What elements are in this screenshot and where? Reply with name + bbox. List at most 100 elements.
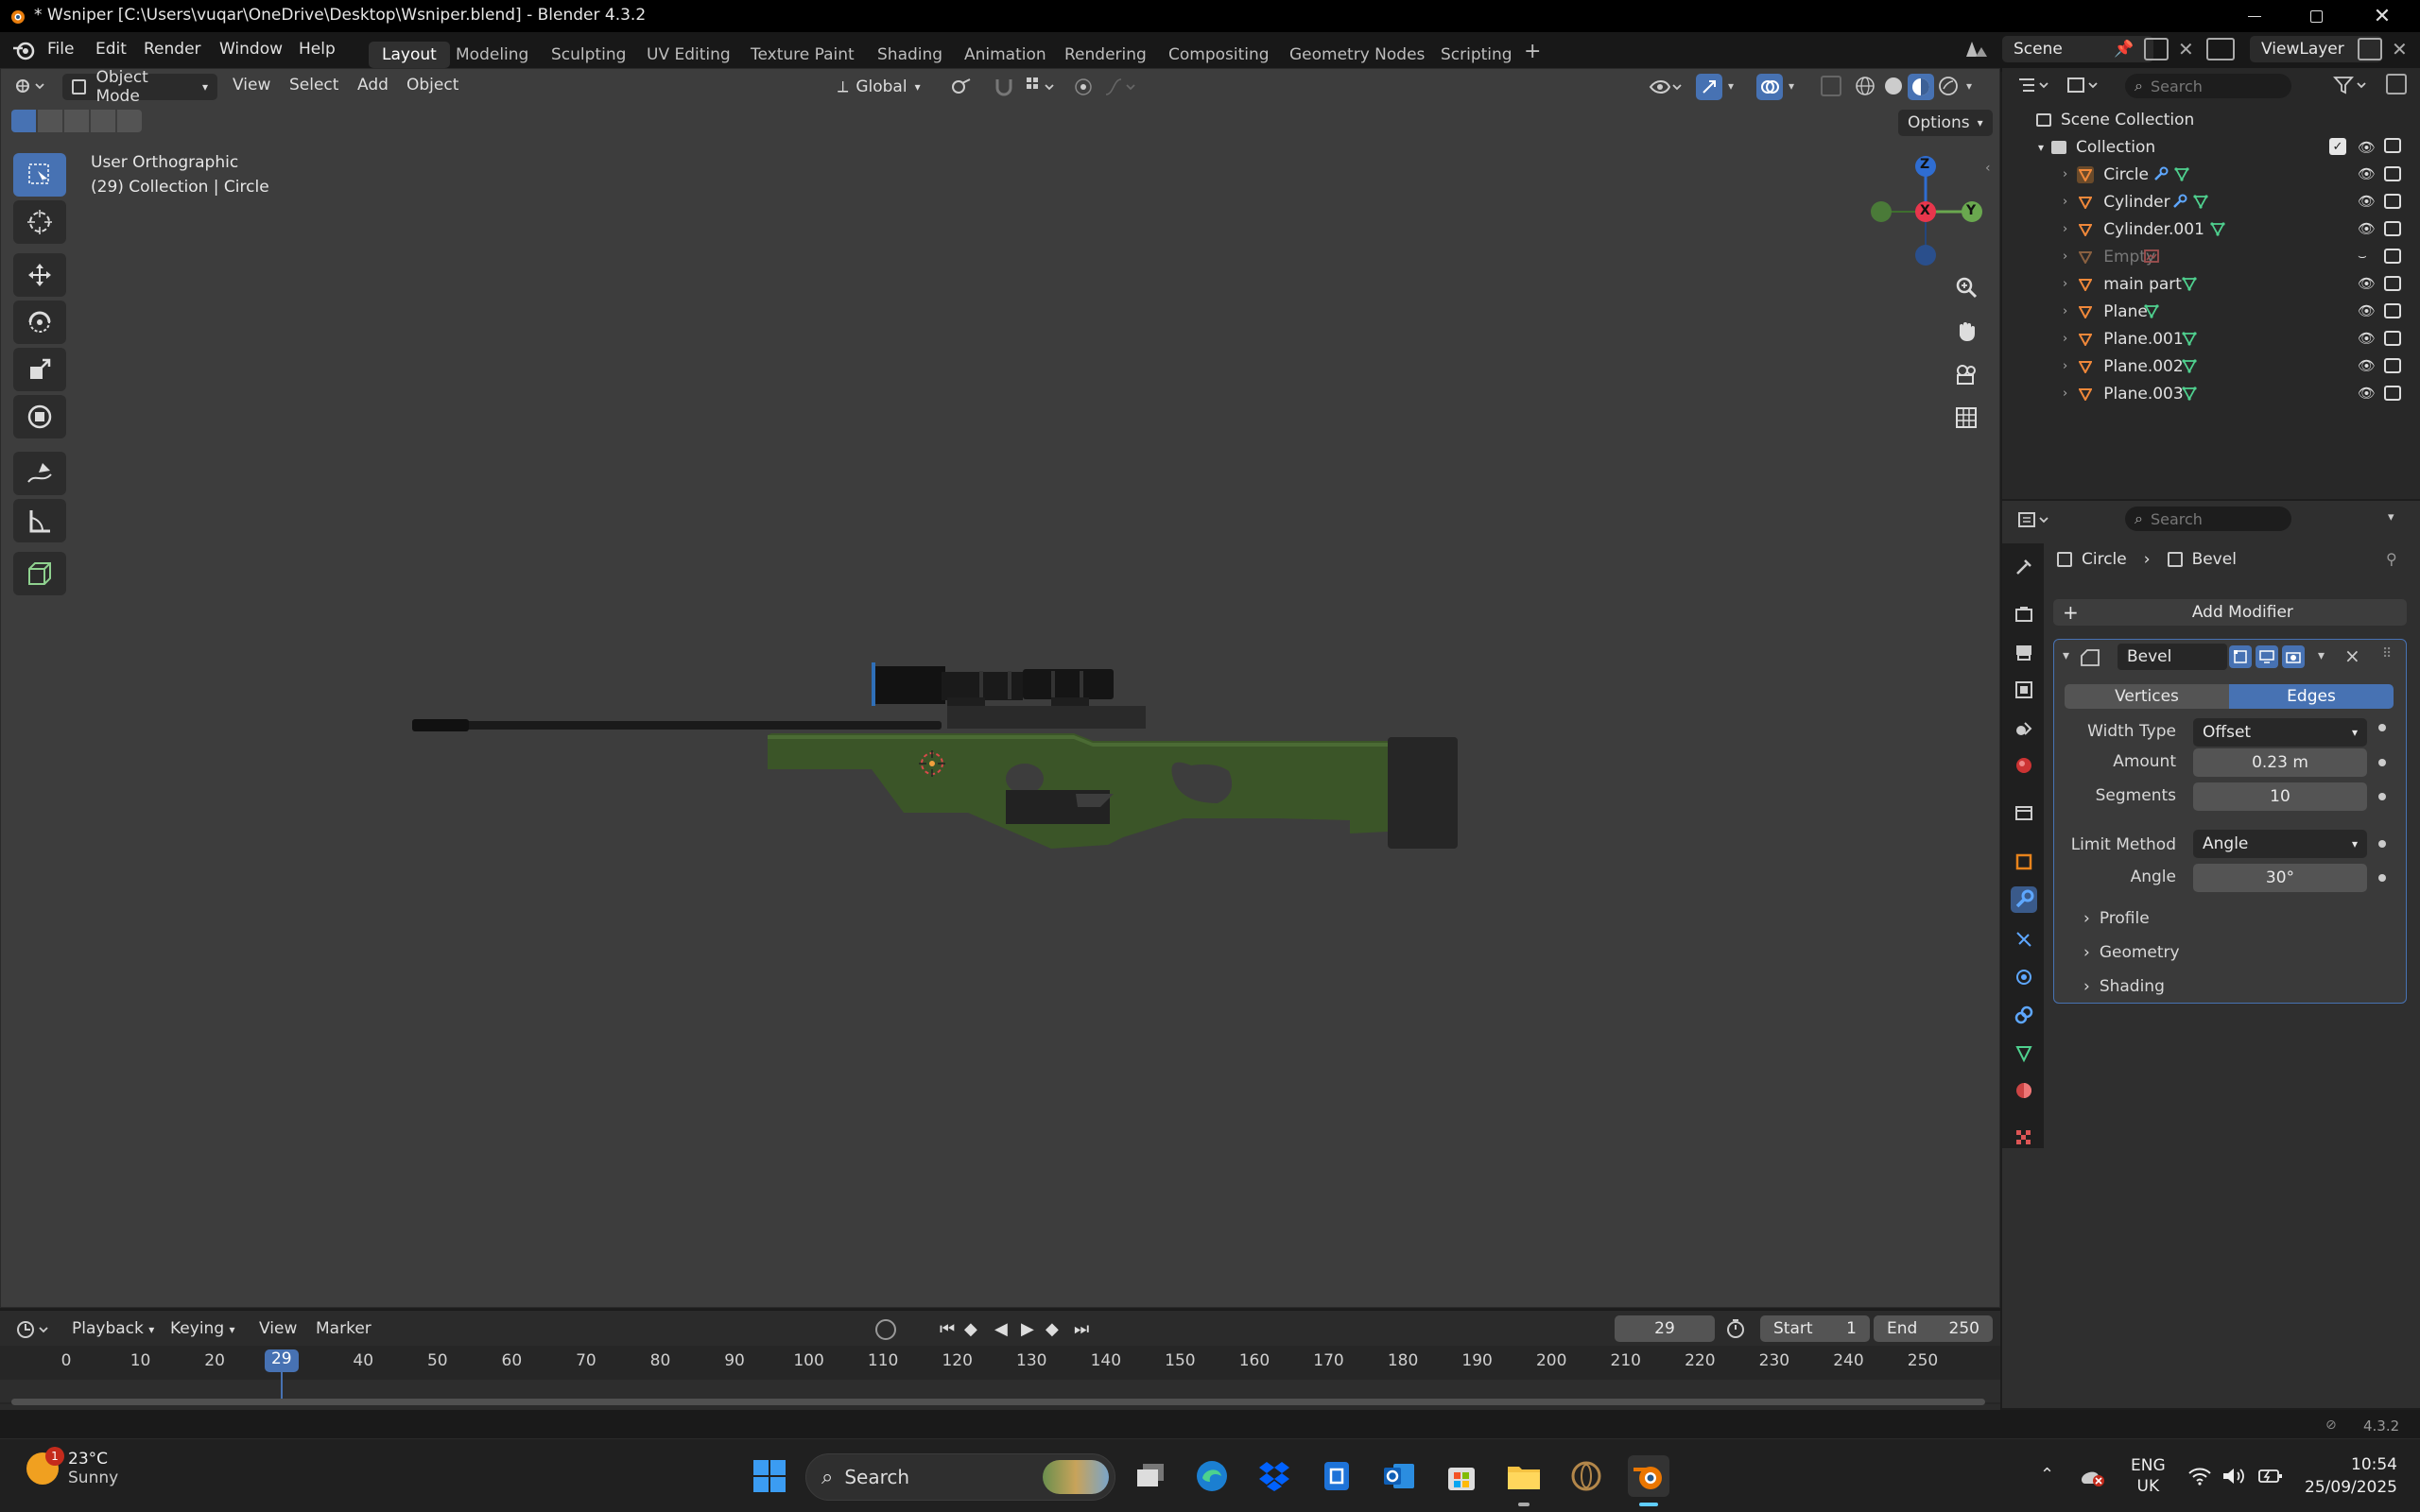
outlook-icon[interactable]: [1378, 1455, 1420, 1497]
particles-tab-icon[interactable]: [2011, 926, 2037, 953]
mesh-data-icon[interactable]: [2174, 166, 2189, 181]
material-tab-icon[interactable]: [2011, 1077, 2037, 1104]
chevron-right-icon[interactable]: ›: [2063, 249, 2067, 264]
tab-layout[interactable]: Layout: [369, 42, 450, 68]
camera-icon[interactable]: [2384, 166, 2401, 181]
prev-keyframe-icon[interactable]: ◆: [964, 1319, 977, 1339]
properties-editor-type-icon[interactable]: [2017, 510, 2051, 529]
shading-dropdown-icon[interactable]: ▾: [1966, 79, 1972, 93]
navigation-gizmo[interactable]: Z X Y: [1868, 151, 1991, 274]
edge-browser-icon[interactable]: [1191, 1455, 1233, 1497]
options-dropdown[interactable]: Options ▾: [1898, 110, 1993, 136]
select-invert-icon[interactable]: [91, 110, 115, 132]
start-frame-field[interactable]: Start 1: [1760, 1315, 1870, 1342]
perspective-toggle-icon[interactable]: [1947, 399, 1985, 437]
output-tab-icon[interactable]: [2011, 639, 2037, 665]
chevron-right-icon[interactable]: ›: [2063, 222, 2067, 236]
limit-method-dropdown[interactable]: Angle ▾: [2193, 830, 2367, 858]
angle-field[interactable]: 30°: [2193, 864, 2367, 892]
menu-render[interactable]: Render: [144, 40, 201, 59]
next-keyframe-icon[interactable]: ◆: [1046, 1319, 1059, 1339]
collapse-modifier-icon[interactable]: ▾: [2063, 648, 2069, 663]
render-toggle-icon[interactable]: [2282, 645, 2305, 668]
tab-shading[interactable]: Shading: [864, 42, 956, 68]
tab-sculpting[interactable]: Sculpting: [538, 42, 639, 68]
app-circle-icon[interactable]: [1565, 1455, 1607, 1497]
dropbox-icon[interactable]: [1253, 1455, 1295, 1497]
new-collection-icon[interactable]: [2386, 74, 2407, 94]
collection-checkbox-icon[interactable]: ✓: [2329, 138, 2346, 155]
viewport-menu-object[interactable]: Object: [406, 76, 458, 94]
outliner-scene-collection[interactable]: Scene Collection: [2002, 106, 2420, 133]
chevron-right-icon[interactable]: ›: [2063, 387, 2067, 401]
limit-method-keyframe-icon[interactable]: [2378, 840, 2386, 848]
object-mode-dropdown[interactable]: Object Mode ▾: [62, 68, 217, 106]
marker-menu[interactable]: Marker: [316, 1319, 372, 1338]
data-tab-icon[interactable]: [2011, 1040, 2037, 1066]
outliner-editor-type-icon[interactable]: [2017, 76, 2051, 94]
current-frame-marker[interactable]: 29: [264, 1349, 299, 1372]
falloff-icon[interactable]: [1104, 77, 1136, 96]
gizmo-dropdown-icon[interactable]: ▾: [1728, 79, 1734, 93]
mesh-data-icon[interactable]: [2182, 358, 2197, 373]
taskbar-search-box[interactable]: ⌕ Search: [805, 1453, 1115, 1501]
overlays-dropdown-icon[interactable]: ▾: [1789, 79, 1794, 93]
view-layer-tab-icon[interactable]: [2011, 677, 2037, 703]
segments-keyframe-icon[interactable]: [2378, 793, 2386, 800]
shading-wireframe-icon[interactable]: [1855, 76, 1876, 96]
wifi-icon[interactable]: [2187, 1467, 2212, 1486]
select-extend-icon[interactable]: [38, 110, 62, 132]
scene-tab-icon[interactable]: [2011, 714, 2037, 741]
mesh-data-icon[interactable]: [2182, 331, 2197, 346]
tool-cursor[interactable]: [13, 200, 66, 244]
world-tab-icon[interactable]: [2011, 752, 2037, 779]
tool-rotate[interactable]: [13, 301, 66, 344]
chevron-right-icon[interactable]: ›: [2063, 167, 2067, 181]
gizmo-toggle-icon[interactable]: [1696, 74, 1722, 100]
tab-rendering[interactable]: Rendering: [1051, 42, 1160, 68]
shading-rendered-icon[interactable]: [1938, 76, 1959, 96]
auto-keying-icon[interactable]: [875, 1319, 896, 1340]
view-layer-icon[interactable]: [2206, 38, 2235, 60]
chevron-right-icon[interactable]: ›: [2063, 332, 2067, 346]
timeline-editor-type-icon[interactable]: [15, 1319, 53, 1340]
scene-icon[interactable]: [1962, 38, 1989, 60]
select-mode-buttons[interactable]: [11, 110, 142, 132]
eye-icon[interactable]: 👁: [2358, 302, 2376, 319]
menu-file[interactable]: File: [47, 40, 74, 59]
pin-icon[interactable]: ⚲: [2386, 550, 2397, 568]
hidden-eye-icon[interactable]: ⌣: [2358, 248, 2367, 265]
editor-type-icon[interactable]: [13, 76, 45, 96]
visual-studio-code-icon[interactable]: [1316, 1455, 1357, 1497]
chevron-right-icon[interactable]: ›: [2063, 359, 2067, 373]
pivot-icon[interactable]: [949, 76, 977, 98]
collection-camera-icon[interactable]: [2384, 138, 2401, 153]
blender-menu-icon[interactable]: [11, 40, 36, 60]
menu-help[interactable]: Help: [299, 40, 336, 59]
eye-icon[interactable]: 👁: [2358, 220, 2376, 237]
shading-solid-icon[interactable]: [1883, 76, 1904, 96]
viewport-menu-add[interactable]: Add: [357, 76, 389, 94]
tool-annotate[interactable]: [13, 452, 66, 495]
chevron-right-icon[interactable]: ›: [2063, 277, 2067, 291]
tool-measure[interactable]: [13, 499, 66, 542]
tab-compositing[interactable]: Compositing: [1155, 42, 1283, 68]
modifier-wrench-icon[interactable]: [2172, 194, 2187, 209]
tab-geometry-nodes[interactable]: Geometry Nodes: [1276, 42, 1438, 68]
play-icon[interactable]: ▶: [1021, 1319, 1034, 1339]
restore-button[interactable]: [2292, 0, 2340, 32]
filter-icon[interactable]: [2333, 76, 2369, 94]
add-workspace-icon[interactable]: +: [1524, 40, 1541, 63]
eye-icon[interactable]: 👁: [2358, 193, 2376, 210]
properties-options-icon[interactable]: ▾: [2388, 510, 2394, 524]
mesh-data-icon[interactable]: [2193, 194, 2208, 209]
eye-icon[interactable]: 👁: [2358, 165, 2376, 182]
tool-select-box[interactable]: [13, 153, 66, 197]
eye-icon[interactable]: 👁: [2358, 385, 2376, 402]
add-modifier-button[interactable]: + Add Modifier: [2053, 599, 2407, 626]
transform-orientation-dropdown[interactable]: ⟂ Global ▾: [828, 74, 938, 100]
camera-icon[interactable]: [2384, 386, 2401, 401]
blender-taskbar-icon[interactable]: [1628, 1455, 1669, 1497]
affect-vertices-button[interactable]: Vertices: [2065, 684, 2229, 709]
jump-end-icon[interactable]: ⏭: [1074, 1319, 1089, 1339]
